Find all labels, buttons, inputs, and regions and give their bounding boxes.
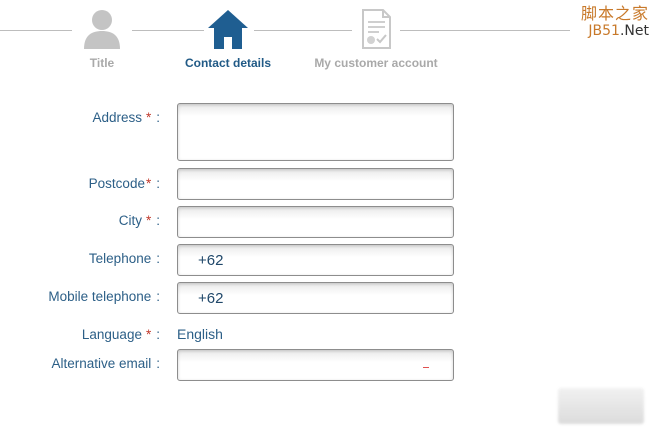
step-my-customer-account[interactable]: My customer account: [312, 8, 440, 70]
person-icon: [84, 10, 120, 49]
step-contact-details[interactable]: Contact details: [180, 8, 276, 70]
postcode-input[interactable]: [177, 168, 454, 200]
step-label: My customer account: [314, 56, 438, 70]
step-label: Title: [89, 56, 115, 70]
house-icon: [208, 10, 248, 49]
required-marker: *: [145, 213, 152, 228]
language-value: English: [177, 326, 223, 342]
address-label: Address *:: [92, 110, 160, 125]
cursor-mark: [423, 367, 429, 368]
alternative-email-label: Alternative email:: [51, 356, 160, 371]
required-marker: *: [145, 176, 152, 191]
certificate-icon: [362, 9, 391, 49]
telephone-label: Telephone:: [88, 251, 160, 266]
language-label: Language *:: [81, 327, 160, 342]
step-title[interactable]: Title: [72, 8, 132, 70]
site-watermark: 脚本之家 JB51.Net: [581, 0, 649, 39]
mobile-telephone-input[interactable]: [177, 282, 454, 314]
stepper-line: [0, 30, 72, 31]
city-input[interactable]: [177, 206, 454, 238]
city-label: City *:: [118, 213, 160, 228]
watermark-line1: 脚本之家: [580, 4, 649, 23]
next-button[interactable]: [558, 388, 644, 424]
watermark-line2: JB51.Net: [588, 23, 649, 39]
mobile-telephone-label: Mobile telephone:: [48, 289, 160, 304]
required-marker: *: [145, 110, 152, 125]
postcode-label: Postcode*:: [88, 176, 160, 191]
required-marker: *: [145, 327, 152, 342]
telephone-input[interactable]: [177, 244, 454, 276]
address-input[interactable]: [177, 103, 454, 161]
alternative-email-input[interactable]: [177, 349, 454, 381]
step-label: Contact details: [184, 56, 271, 70]
